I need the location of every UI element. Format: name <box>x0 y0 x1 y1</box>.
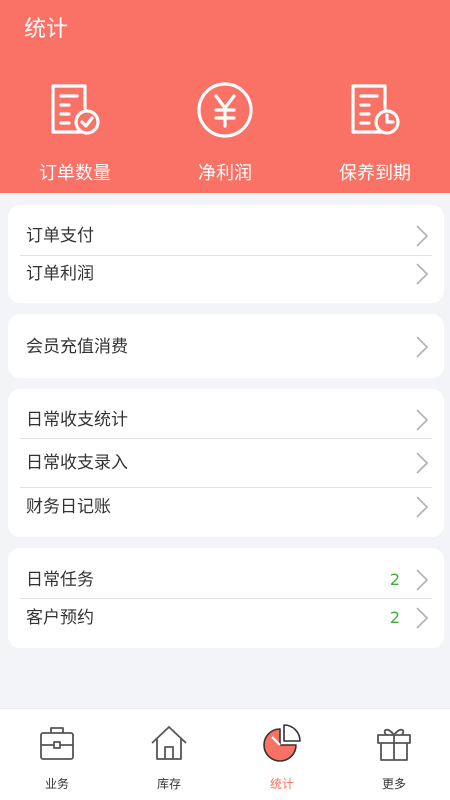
chevron-right-icon <box>416 569 429 591</box>
chevron-right-icon <box>416 409 429 431</box>
divider <box>20 438 432 439</box>
chevron-right-icon <box>416 263 429 285</box>
tab-label: 更多 <box>381 777 406 791</box>
tab-more[interactable]: 更多 <box>338 709 450 800</box>
tab-business[interactable]: 业务 <box>1 709 113 800</box>
menu-item-daily-stats[interactable]: 日常收支统计 <box>8 401 444 439</box>
stat-label: 订单数量 <box>39 163 111 184</box>
menu-item-label: 日常任务 <box>26 570 94 590</box>
tab-statistics[interactable]: 统计 <box>226 709 338 800</box>
house-icon <box>151 726 187 760</box>
chevron-right-icon <box>416 225 429 247</box>
pie-chart-icon <box>263 724 301 762</box>
task-card: 日常任务 2 客户预约 2 <box>8 548 444 648</box>
menu-item-label: 日常收支统计 <box>26 410 128 430</box>
bottom-tab-bar: 业务 库存 统计 更多 <box>0 708 450 800</box>
menu-item-daily-entry[interactable]: 日常收支录入 <box>8 444 444 482</box>
count-badge: 2 <box>389 570 400 589</box>
tab-label: 业务 <box>44 777 69 791</box>
document-check-icon <box>51 84 100 135</box>
menu-item-label: 订单支付 <box>26 226 94 246</box>
menu-item-customer-booking[interactable]: 客户预约 2 <box>8 599 444 637</box>
chevron-right-icon <box>416 607 429 629</box>
briefcase-icon <box>40 727 74 760</box>
chevron-right-icon <box>416 452 429 474</box>
tab-label: 统计 <box>269 777 294 791</box>
menu-item-order-profit[interactable]: 订单利润 <box>8 255 444 293</box>
menu-item-daily-tasks[interactable]: 日常任务 2 <box>8 561 444 599</box>
document-clock-icon <box>351 84 400 135</box>
member-card: 会员充值消费 <box>8 314 444 378</box>
menu-item-finance-journal[interactable]: 财务日记账 <box>8 488 444 526</box>
count-badge: 2 <box>389 608 400 627</box>
order-card: 订单支付 订单利润 <box>8 205 444 303</box>
tab-inventory[interactable]: 库存 <box>113 709 225 800</box>
menu-item-label: 客户预约 <box>26 608 94 628</box>
menu-item-label: 日常收支录入 <box>26 453 128 473</box>
stat-net-profit[interactable]: 净利润 <box>150 80 300 190</box>
menu-item-label: 财务日记账 <box>26 497 111 517</box>
stat-order-count[interactable]: 订单数量 <box>0 80 150 190</box>
tab-label: 库存 <box>156 777 181 791</box>
stat-maintenance-due[interactable]: 保养到期 <box>300 80 450 190</box>
yen-circle-icon <box>197 82 253 138</box>
chevron-right-icon <box>416 496 429 518</box>
finance-card: 日常收支统计 日常收支录入 财务日记账 <box>8 389 444 537</box>
gift-icon <box>377 728 411 761</box>
chevron-right-icon <box>416 336 429 358</box>
menu-item-label: 订单利润 <box>26 264 94 284</box>
menu-item-order-payment[interactable]: 订单支付 <box>8 217 444 255</box>
stats-header: 统计 订单数量 净利润 保养到期 <box>0 0 450 193</box>
page-title: 统计 <box>24 17 69 42</box>
menu-item-label: 会员充值消费 <box>26 337 128 357</box>
menu-item-member-recharge[interactable]: 会员充值消费 <box>8 328 444 366</box>
stat-label: 保养到期 <box>339 163 411 184</box>
stat-label: 净利润 <box>198 163 252 184</box>
